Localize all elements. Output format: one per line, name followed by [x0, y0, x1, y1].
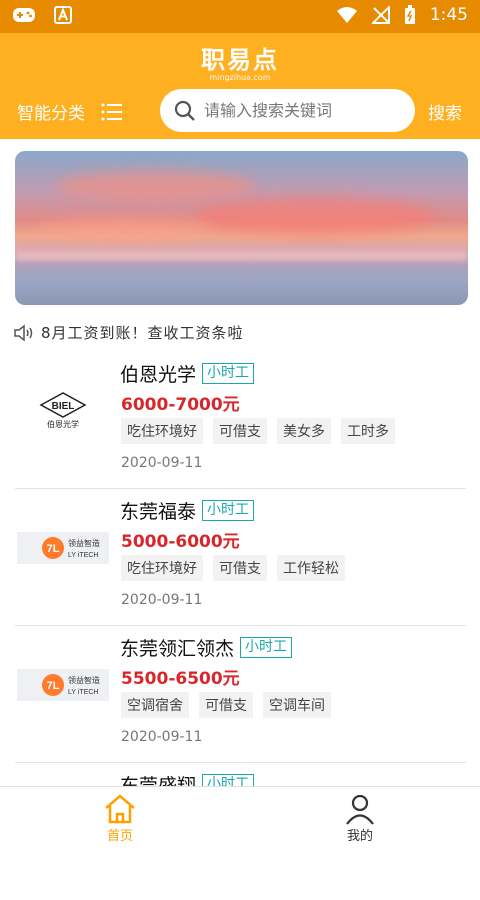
svg-text:LY iTECH: LY iTECH: [68, 552, 98, 559]
job-item[interactable]: 7L 领益智造 LY iTECH 东莞领汇领杰 小时工 5500-6500元 空…: [15, 626, 466, 763]
no-signal-icon: [371, 6, 390, 24]
company-logo: 7L 领益智造 LY iTECH: [17, 531, 109, 565]
home-icon: [105, 794, 135, 824]
svg-text:7L: 7L: [47, 543, 60, 555]
job-type-badge: 小时工: [202, 363, 255, 384]
smart-category-button[interactable]: 智能分类: [17, 99, 123, 124]
post-date: 2020-09-11: [121, 729, 203, 745]
job-tag: 空调宿舍: [121, 692, 189, 718]
job-item[interactable]: 7L 领益智造 LY iTECH 东莞福泰 小时工 5000-6000元 吃住环…: [15, 489, 466, 626]
job-tag: 工时多: [341, 418, 395, 444]
company-logo: 7L 领益智造 LY iTECH: [17, 668, 109, 702]
font-app-icon: [54, 6, 72, 24]
salary-text: 5000-6000元: [121, 532, 240, 552]
gamepad-icon: [13, 8, 35, 22]
job-tag: 空调车间: [263, 692, 331, 718]
search-icon: [174, 100, 195, 121]
banner-image[interactable]: [15, 151, 468, 305]
company-name: 伯恩光学: [120, 364, 197, 386]
svg-text:领益智造: 领益智造: [68, 675, 100, 685]
company-logo: BIEL 伯恩光学: [17, 392, 109, 429]
job-tag: 可借支: [199, 692, 253, 718]
svg-text:LY iTECH: LY iTECH: [68, 689, 98, 696]
battery-icon: [404, 5, 415, 24]
search-button[interactable]: 搜索: [428, 99, 462, 124]
post-date: 2020-09-11: [121, 455, 203, 471]
svg-text:7L: 7L: [47, 680, 60, 692]
job-tag: 吃住环境好: [121, 555, 203, 581]
status-time: 1:45: [429, 5, 468, 25]
tab-mine[interactable]: 我的: [320, 793, 400, 844]
job-tag: 工作轻松: [277, 555, 345, 581]
job-tags: 吃住环境好 可借支 美女多 工时多: [121, 418, 395, 444]
user-icon: [346, 794, 374, 825]
job-tag: 吃住环境好: [121, 418, 203, 444]
job-item[interactable]: BIEL 伯恩光学 伯恩光学 小时工 6000-7000元 吃住环境好 可借支 …: [15, 352, 466, 489]
post-date: 2020-09-11: [121, 592, 203, 608]
logo-subtext: mingzihua.com: [209, 73, 271, 82]
tab-mine-label: 我的: [346, 829, 373, 844]
company-name: 东莞福泰: [120, 501, 197, 523]
search-box[interactable]: [160, 89, 415, 132]
company-name: 东莞领汇领杰: [120, 638, 235, 660]
salary-text: 6000-7000元: [121, 395, 240, 415]
notice-text: 8月工资到账！查收工资条啦: [41, 324, 244, 342]
job-tags: 吃住环境好 可借支 工作轻松: [121, 555, 345, 581]
job-type-badge: 小时工: [202, 500, 255, 521]
job-tags: 空调宿舍 可借支 空调车间: [121, 692, 331, 718]
tab-home[interactable]: 首页: [80, 793, 160, 844]
wifi-icon: [336, 7, 357, 23]
list-icon: [101, 103, 122, 120]
svg-text:BIEL: BIEL: [52, 401, 75, 412]
search-input[interactable]: [204, 101, 404, 120]
bottom-tab-bar: 首页 我的: [0, 786, 480, 853]
job-tag: 可借支: [213, 418, 267, 444]
job-type-badge: 小时工: [240, 637, 293, 658]
app-header: 职易点 mingzihua.com 智能分类 搜索: [0, 33, 480, 139]
svg-text:领益智造: 领益智造: [68, 538, 100, 548]
status-bar: 1:45: [0, 0, 480, 33]
salary-text: 5500-6500元: [121, 669, 240, 689]
app-logo: 职易点 mingzihua.com: [0, 47, 480, 83]
logo-text: 职易点: [201, 46, 279, 74]
svg-text:伯恩光学: 伯恩光学: [47, 419, 79, 429]
speaker-icon: [14, 323, 33, 342]
notice-bar[interactable]: 8月工资到账！查收工资条啦: [13, 322, 244, 343]
category-label: 智能分类: [17, 104, 85, 124]
tab-home-label: 首页: [106, 829, 133, 844]
job-tag: 可借支: [213, 555, 267, 581]
job-tag: 美女多: [277, 418, 331, 444]
